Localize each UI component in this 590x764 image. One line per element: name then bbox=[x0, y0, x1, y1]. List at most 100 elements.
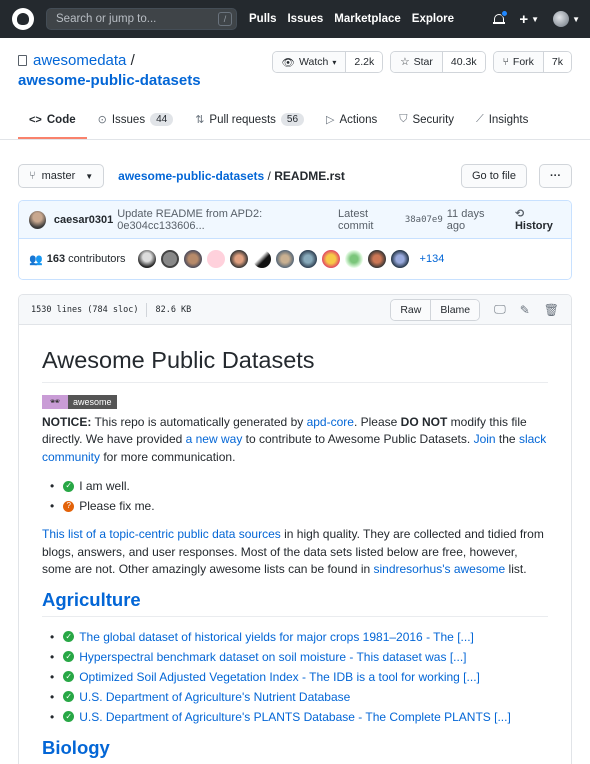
github-logo-icon[interactable] bbox=[12, 8, 34, 30]
pencil-icon[interactable]: ✎ bbox=[520, 303, 530, 317]
branch-name: master bbox=[41, 170, 76, 182]
commit-message-link[interactable]: Update README from APD2: 0e304cc133606..… bbox=[117, 208, 338, 232]
repo-actions: 👁 Watch ▾ 2.2k ☆ Star 40.3k ⑂ Fork 7k bbox=[271, 51, 572, 91]
tab-actions[interactable]: ▷ Actions bbox=[315, 103, 388, 139]
watch-button-group: 👁 Watch ▾ 2.2k bbox=[271, 51, 384, 73]
fork-count[interactable]: 7k bbox=[543, 52, 571, 72]
dataset-link[interactable]: Optimized Soil Adjusted Vegetation Index… bbox=[79, 667, 480, 687]
star-button[interactable]: ☆ Star bbox=[391, 52, 443, 72]
repo-title-separator: / bbox=[130, 52, 135, 69]
avatar[interactable] bbox=[298, 250, 317, 268]
check-circle-icon: ✓ bbox=[63, 631, 75, 642]
avatar[interactable] bbox=[160, 250, 179, 268]
branch-select-button[interactable]: ⑂ master ▼ bbox=[18, 164, 105, 188]
chevron-down-icon: ▼ bbox=[531, 14, 540, 24]
tab-counter: 44 bbox=[150, 113, 174, 126]
section-heading-biology[interactable]: Biology bbox=[42, 737, 548, 764]
issue-icon: ⊙ bbox=[97, 114, 107, 126]
more-contributors-link[interactable]: +134 bbox=[420, 253, 445, 265]
blame-button[interactable]: Blame bbox=[430, 299, 480, 320]
fork-button-group: ⑂ Fork 7k bbox=[492, 51, 572, 73]
file-navigation: ⑂ master ▼ awesome-public-datasets / REA… bbox=[0, 140, 590, 188]
watch-count[interactable]: 2.2k bbox=[346, 52, 383, 72]
nav-right-controls: + ▼ ▼ bbox=[493, 9, 580, 28]
trash-icon[interactable]: 🗑 bbox=[544, 303, 559, 317]
desktop-icon[interactable]: 🖵 bbox=[494, 302, 506, 317]
avatar[interactable] bbox=[367, 250, 386, 268]
text: list. bbox=[505, 562, 527, 576]
join-link[interactable]: Join bbox=[474, 432, 496, 446]
star-button-group: ☆ Star 40.3k bbox=[390, 51, 486, 73]
avatar[interactable] bbox=[390, 250, 409, 268]
history-button[interactable]: ⟲ History bbox=[515, 207, 561, 232]
search-shortcut-hint: / bbox=[218, 12, 232, 26]
section-heading-agriculture[interactable]: Agriculture bbox=[42, 589, 548, 617]
avatar[interactable] bbox=[321, 250, 340, 268]
sindresorhus-awesome-link[interactable]: sindresorhus's awesome bbox=[374, 562, 506, 576]
list-item: ✓ U.S. Department of Agriculture's Nutrie… bbox=[50, 687, 548, 707]
repo-name-link[interactable]: awesome-public-datasets bbox=[18, 71, 201, 91]
tab-code[interactable]: <> Code bbox=[18, 103, 87, 139]
go-to-file-button[interactable]: Go to file bbox=[460, 164, 527, 188]
fork-icon: ⑂ bbox=[502, 56, 509, 68]
notice-label: NOTICE: bbox=[42, 414, 92, 429]
intro-paragraph: This list of a topic-centric public data… bbox=[42, 526, 548, 579]
list-item: ✓ U.S. Department of Agriculture's PLANTS… bbox=[50, 707, 548, 727]
avatar[interactable] bbox=[344, 250, 363, 268]
tab-issues[interactable]: ⊙ Issues 44 bbox=[87, 103, 185, 139]
user-menu-dropdown[interactable]: ▼ bbox=[553, 11, 580, 27]
dataset-link[interactable]: U.S. Department of Agriculture's PLANTS … bbox=[79, 707, 511, 727]
star-icon: ☆ bbox=[400, 56, 410, 68]
list-item: ✓ The global dataset of historical yields… bbox=[50, 627, 548, 647]
nav-link-marketplace[interactable]: Marketplace bbox=[334, 13, 400, 25]
tab-insights[interactable]: ⟋ Insights bbox=[465, 103, 539, 139]
breadcrumb-repo-link[interactable]: awesome-public-datasets bbox=[118, 169, 264, 183]
avatar[interactable] bbox=[183, 250, 202, 268]
apd-core-link[interactable]: apd-core bbox=[307, 415, 354, 429]
contributors-row: 👥 163 contributors +134 bbox=[19, 239, 571, 279]
dataset-link[interactable]: Hyperspectral benchmark dataset on soil … bbox=[79, 647, 466, 667]
chevron-down-icon: ▼ bbox=[572, 14, 580, 24]
avatar[interactable] bbox=[206, 250, 225, 268]
topic-list-link[interactable]: This list of a topic-centric public data… bbox=[42, 527, 281, 541]
avatar[interactable] bbox=[229, 250, 248, 268]
contributors-label[interactable]: contributors bbox=[68, 253, 125, 265]
breadcrumb-separator: / bbox=[267, 169, 271, 183]
dataset-link[interactable]: U.S. Department of Agriculture's Nutrien… bbox=[79, 687, 350, 707]
nav-link-explore[interactable]: Explore bbox=[412, 13, 454, 25]
raw-button[interactable]: Raw bbox=[391, 299, 431, 320]
repo-owner-link[interactable]: awesomedata bbox=[33, 52, 126, 69]
tab-security[interactable]: ⛉ Security bbox=[388, 103, 465, 139]
more-options-button[interactable]: ··· bbox=[539, 164, 572, 188]
repo-title: awesomedata / awesome-public-datasets bbox=[18, 51, 201, 91]
fork-label: Fork bbox=[512, 56, 534, 68]
search-input[interactable]: Search or jump to... / bbox=[46, 8, 237, 30]
avatar[interactable] bbox=[252, 250, 271, 268]
list-item: ✓ Optimized Soil Adjusted Vegetation Inde… bbox=[50, 667, 548, 687]
tab-pull-requests[interactable]: ⇅ Pull requests 56 bbox=[184, 103, 315, 139]
avatar[interactable] bbox=[29, 210, 46, 229]
nav-link-issues[interactable]: Issues bbox=[287, 13, 323, 25]
commit-author-link[interactable]: caesar0301 bbox=[54, 214, 113, 226]
shield-icon: ⛉ bbox=[399, 113, 408, 125]
dataset-link[interactable]: The global dataset of historical yields … bbox=[79, 627, 474, 647]
check-circle-icon: ✓ bbox=[63, 651, 75, 662]
notification-bell-icon[interactable] bbox=[493, 9, 509, 26]
fork-button[interactable]: ⑂ Fork bbox=[493, 52, 544, 72]
latest-commit-bar: caesar0301 Update README from APD2: 0e30… bbox=[19, 201, 571, 239]
status-ok-label: I am well. bbox=[79, 479, 130, 493]
avatar[interactable] bbox=[275, 250, 294, 268]
check-circle-icon: ✓ bbox=[63, 711, 75, 722]
nav-link-pulls[interactable]: Pulls bbox=[249, 13, 276, 25]
watch-button[interactable]: 👁 Watch ▾ bbox=[272, 52, 347, 72]
contributors-count[interactable]: 163 bbox=[47, 253, 65, 265]
readme-box: 1530 lines (784 sloc) 82.6 KB Raw Blame … bbox=[18, 294, 572, 764]
avatar[interactable] bbox=[137, 250, 156, 268]
create-new-dropdown[interactable]: + ▼ bbox=[519, 11, 539, 28]
awesome-badge[interactable]: 🕶 awesome bbox=[42, 394, 117, 409]
text: . Please bbox=[353, 414, 401, 429]
tab-label: Insights bbox=[488, 113, 529, 126]
new-way-link[interactable]: a new way bbox=[186, 432, 243, 446]
commit-sha-link[interactable]: 38a07e9 bbox=[405, 215, 443, 225]
star-count[interactable]: 40.3k bbox=[442, 52, 485, 72]
